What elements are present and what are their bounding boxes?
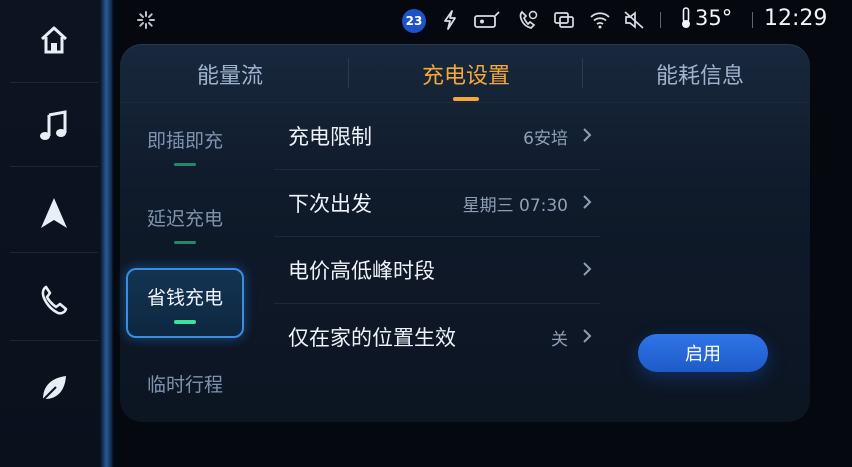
- setting-value: 星期三 07:30: [462, 195, 568, 216]
- tab-energy-flow[interactable]: 能量流: [160, 58, 300, 90]
- mode-indicator: [174, 241, 196, 244]
- charging-mode-nav: 即插即充 延迟充电 省钱充电 临时行程: [120, 103, 248, 422]
- subnav-economy-charging[interactable]: 省钱充电: [126, 268, 244, 338]
- subnav-temporary-trip[interactable]: 临时行程: [126, 353, 244, 413]
- setting-row-peak-hours[interactable]: 电价高低峰时段: [260, 237, 600, 303]
- charging-bolt-icon: [438, 9, 462, 31]
- setting-label: 充电限制: [288, 125, 372, 149]
- mode-indicator: [174, 319, 196, 324]
- setting-label: 下次出发: [288, 192, 372, 216]
- chevron-right-icon: [583, 262, 592, 276]
- status-divider: [660, 12, 661, 28]
- wifi-icon: [588, 9, 612, 31]
- chevron-right-icon: [583, 128, 592, 142]
- car-key-icon: [472, 9, 502, 31]
- mode-indicator: [174, 163, 196, 166]
- subnav-label: 省钱充电: [146, 286, 223, 309]
- temperature-value: 35°: [695, 6, 733, 30]
- tab-divider: [348, 58, 349, 88]
- setting-value: 关: [551, 329, 568, 350]
- thermometer-icon: [682, 7, 690, 28]
- setting-value: 6安培: [523, 128, 568, 149]
- subnav-label: 延迟充电: [146, 208, 223, 230]
- notification-badge[interactable]: 23: [402, 9, 426, 33]
- tab-charging-settings[interactable]: 充电设置: [396, 58, 536, 90]
- phone-icon: [41, 285, 68, 315]
- tab-bar: 能量流 充电设置 能耗信息: [120, 44, 810, 103]
- navigation-icon: [41, 198, 67, 228]
- rail-divider: [10, 340, 98, 341]
- rail-divider: [10, 166, 98, 167]
- navigation-button[interactable]: [22, 185, 86, 241]
- phone-button[interactable]: [22, 272, 86, 328]
- rail-divider: [10, 82, 98, 83]
- rail-divider: [10, 252, 98, 253]
- status-divider: [752, 12, 753, 28]
- energy-button[interactable]: [22, 360, 86, 416]
- tab-energy-consumption[interactable]: 能耗信息: [630, 58, 770, 90]
- loader-icon: [137, 11, 155, 29]
- setting-label: 电价高低峰时段: [288, 259, 435, 283]
- tab-divider: [582, 58, 583, 88]
- subnav-label: 即插即充: [146, 130, 223, 152]
- music-button[interactable]: [22, 98, 86, 154]
- setting-row-charge-limit[interactable]: 充电限制 6安培: [260, 103, 600, 169]
- chevron-right-icon: [583, 329, 592, 343]
- call-settings-icon: [516, 9, 540, 31]
- chevron-right-icon: [583, 195, 592, 209]
- temperature-readout: 35°: [680, 6, 732, 30]
- clock: 12:29: [764, 6, 828, 31]
- mute-icon: [622, 9, 646, 31]
- screen-mirror-icon: [552, 9, 576, 31]
- leaf-icon: [42, 376, 66, 401]
- subnav-delayed-charging[interactable]: 延迟充电: [126, 189, 244, 259]
- active-tab-indicator: [453, 97, 479, 101]
- setting-label: 仅在家的位置生效: [288, 326, 456, 350]
- status-bar: 23 35° 12:29: [112, 0, 852, 40]
- rail-glow-edge: [100, 0, 114, 467]
- home-icon: [40, 26, 68, 54]
- enable-button[interactable]: 启用: [638, 334, 768, 372]
- subnav-label: 临时行程: [146, 373, 223, 396]
- setting-row-home-only[interactable]: 仅在家的位置生效 关: [260, 304, 600, 370]
- subnav-plug-and-charge[interactable]: 即插即充: [126, 111, 244, 181]
- music-icon: [40, 110, 67, 140]
- home-button[interactable]: [22, 12, 86, 68]
- charging-panel: 能量流 充电设置 能耗信息 即插即充 延迟充电 省钱充电 临时行程 充电限制 6…: [120, 44, 810, 422]
- setting-row-next-departure[interactable]: 下次出发 星期三 07:30: [260, 170, 600, 236]
